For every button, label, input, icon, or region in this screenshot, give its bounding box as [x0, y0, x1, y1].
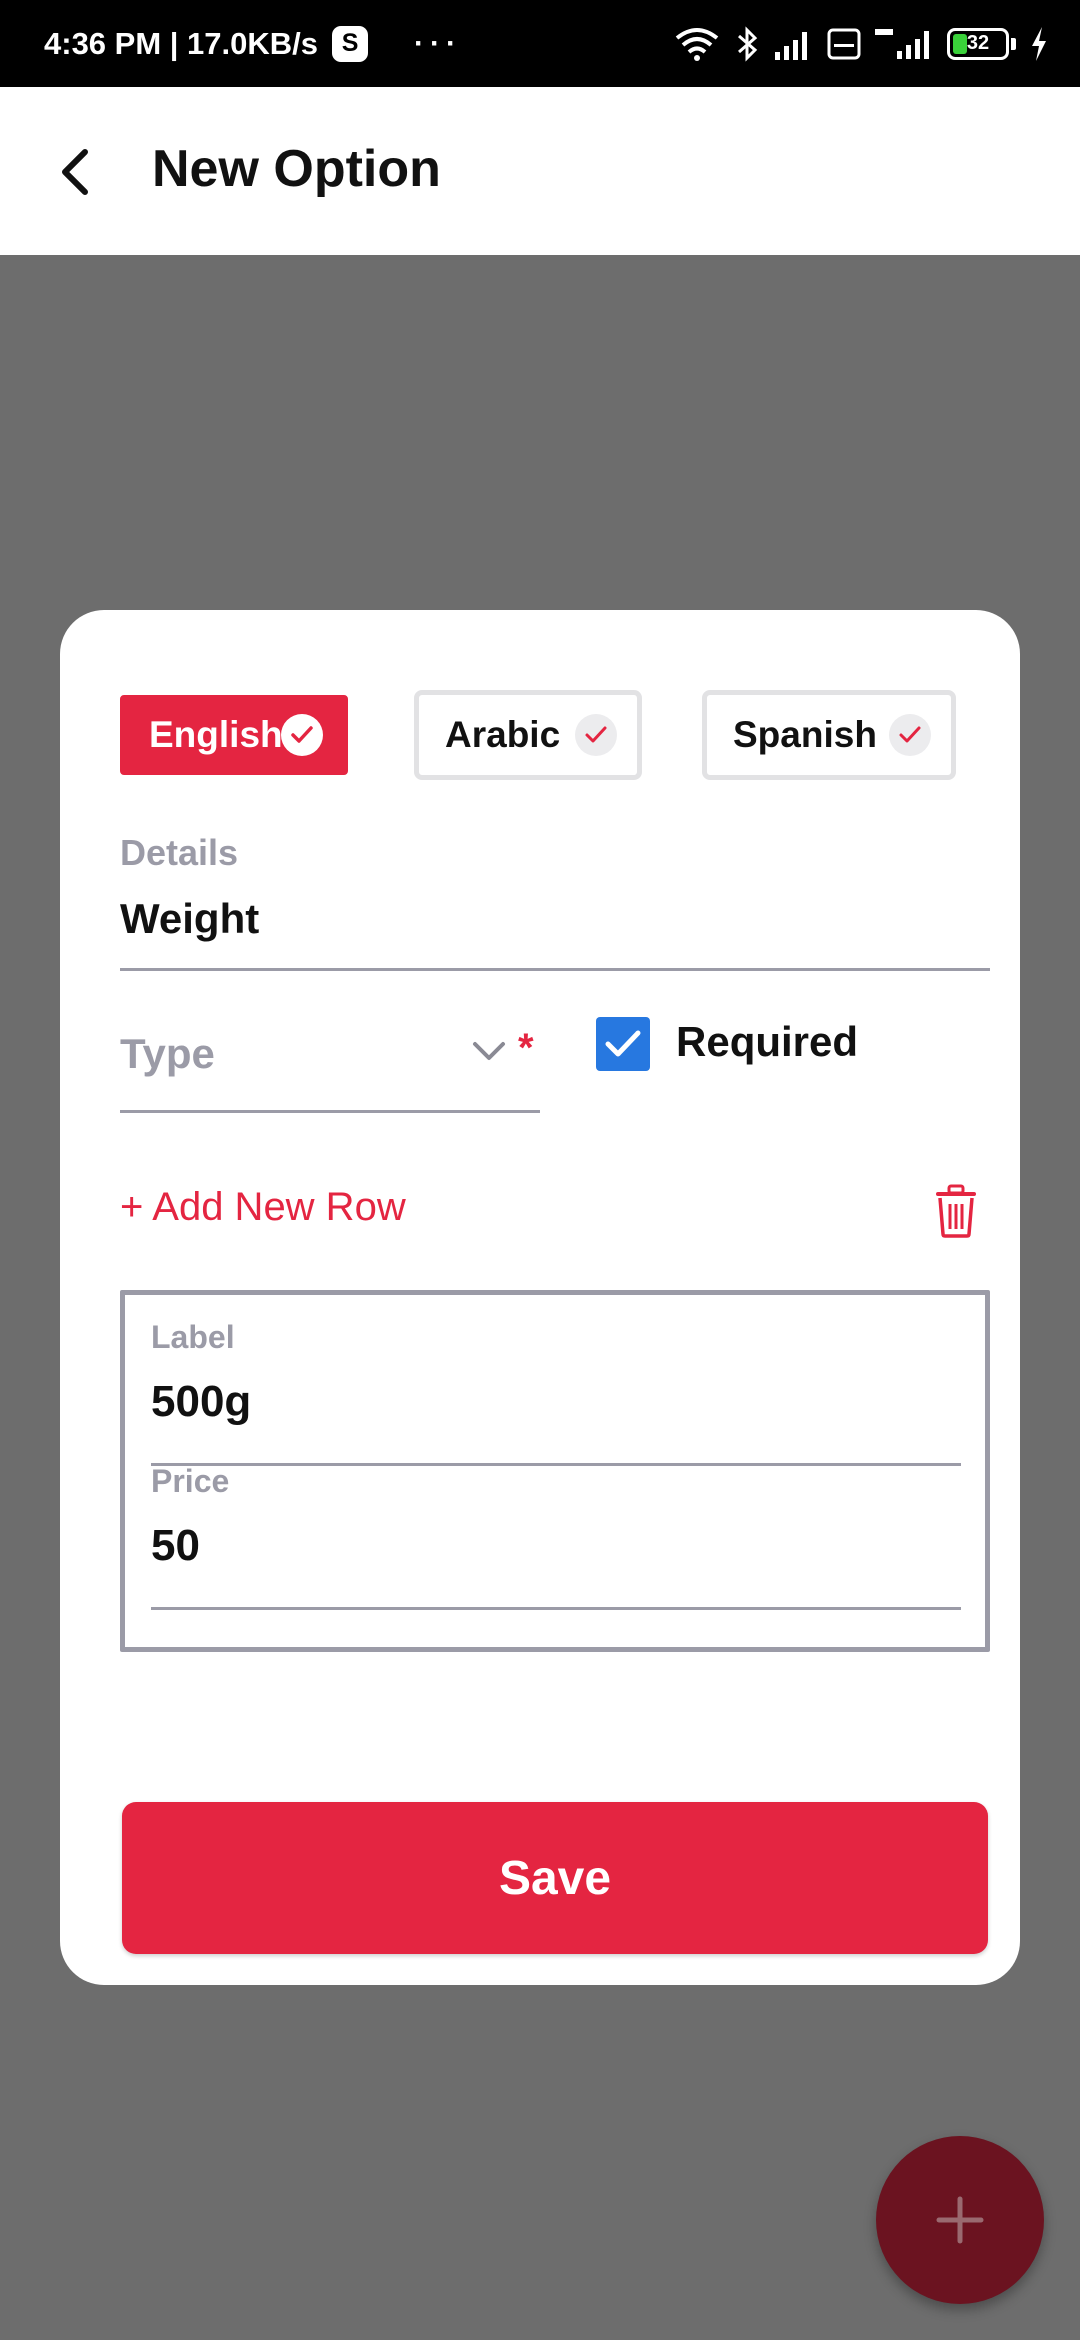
required-asterisk: *	[518, 1026, 534, 1070]
add-new-row-button[interactable]: + Add New Row	[120, 1185, 406, 1230]
signal-4g-icon	[875, 28, 929, 59]
tab-english-label: English	[149, 714, 283, 755]
bluetooth-icon	[738, 25, 758, 62]
row-price-underline	[151, 1607, 961, 1610]
chevron-left-icon	[62, 149, 88, 195]
option-card: English Arabic Spanish Details Weight Ty…	[60, 610, 1020, 1985]
details-underline	[120, 968, 990, 971]
row-label-underline	[151, 1463, 961, 1466]
plus-icon	[936, 2196, 984, 2244]
type-dropdown[interactable]: Type *	[120, 1010, 540, 1125]
battery-icon: 32	[947, 27, 1009, 60]
app-bar: New Option	[0, 87, 1080, 255]
battery-level: 32	[966, 32, 990, 54]
check-circle-icon	[889, 714, 931, 756]
wifi-icon	[675, 27, 719, 61]
save-button[interactable]: Save	[122, 1802, 988, 1954]
volte-icon	[827, 28, 861, 59]
row-label-input[interactable]: 500g	[151, 1377, 251, 1427]
tab-spanish[interactable]: Spanish	[702, 690, 956, 780]
app-notification-icon: S	[332, 25, 369, 62]
status-time: 4:36 PM | 17.0KB/s	[44, 25, 319, 61]
tab-spanish-label: Spanish	[733, 714, 877, 755]
details-input[interactable]: Weight	[120, 895, 259, 943]
signal-icon	[775, 31, 807, 60]
charging-icon	[1032, 26, 1046, 61]
check-circle-icon	[575, 714, 617, 756]
type-underline	[120, 1110, 540, 1113]
row-price-input[interactable]: 50	[151, 1521, 200, 1571]
details-label: Details	[120, 832, 239, 873]
row-price-title: Price	[151, 1463, 230, 1499]
more-notifications-icon: ···	[414, 26, 463, 60]
page-title: New Option	[152, 140, 441, 198]
tab-arabic-label: Arabic	[445, 714, 561, 755]
required-checkbox[interactable]	[596, 1017, 650, 1071]
required-label[interactable]: Required	[676, 1018, 858, 1066]
status-bar-left: 4:36 PM | 17.0KB/s S ···	[44, 0, 462, 87]
row-label-title: Label	[151, 1319, 235, 1355]
chevron-down-icon	[473, 1042, 505, 1060]
status-bar-right: 32	[673, 0, 1048, 87]
status-bar: 4:36 PM | 17.0KB/s S ··· 32	[0, 0, 1080, 87]
check-circle-icon	[281, 714, 323, 756]
back-button[interactable]	[42, 137, 108, 207]
battery-cap	[1011, 37, 1016, 50]
trash-icon[interactable]	[932, 1184, 980, 1238]
checkmark-icon	[605, 1030, 641, 1057]
add-fab-button[interactable]	[876, 2136, 1044, 2304]
tab-english[interactable]: English	[120, 695, 348, 775]
tab-arabic[interactable]: Arabic	[414, 690, 642, 780]
option-row: Label 500g Price 50	[120, 1290, 990, 1652]
type-placeholder: Type	[120, 1030, 215, 1077]
